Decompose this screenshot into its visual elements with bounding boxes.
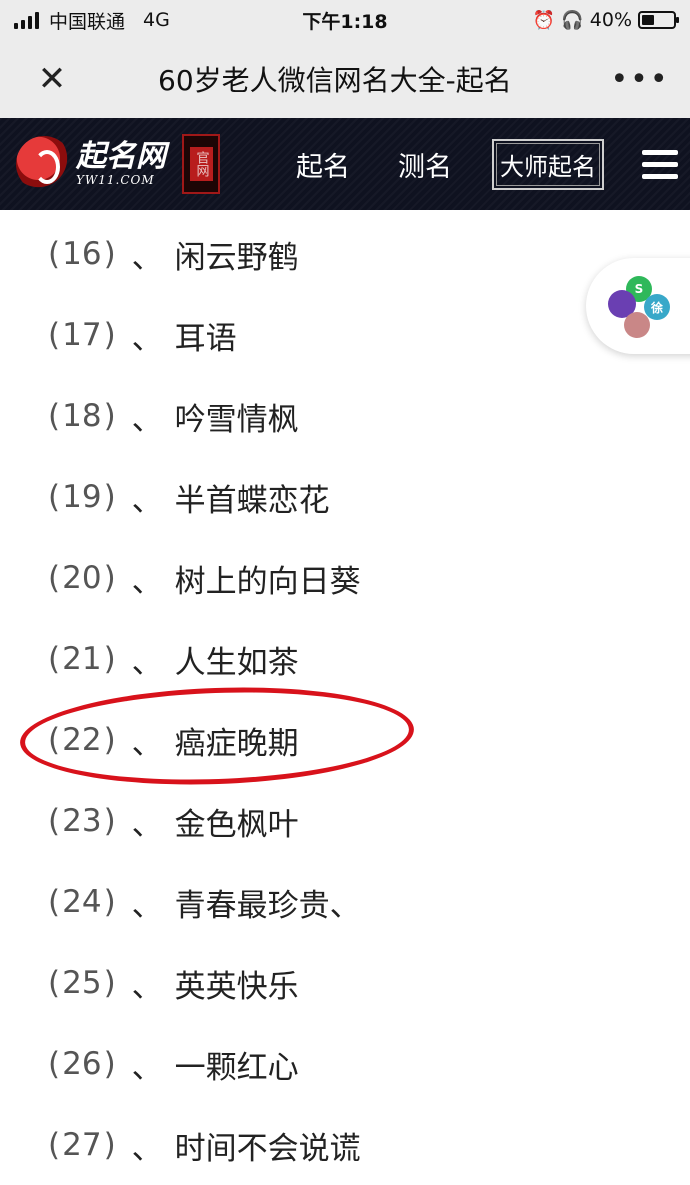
item-separator: 、: [131, 401, 163, 438]
list-item: (21) 、人生如茶: [48, 634, 299, 684]
alarm-icon: ⏰: [532, 9, 556, 31]
num-open: (: [48, 317, 61, 353]
status-left: 中国联通 4G: [14, 7, 170, 34]
num-close: ): [103, 236, 116, 272]
num-close: ): [103, 884, 116, 920]
num-close: ): [103, 965, 116, 1001]
status-right: ⏰ 🎧 40%: [532, 9, 679, 31]
num-close: ): [103, 1127, 116, 1163]
browser-nav-bar: ✕ 60岁老人微信网名大全-起名 •••: [0, 40, 690, 118]
num-close: ): [103, 317, 116, 353]
num-open: (: [48, 398, 61, 434]
list-item: (19) 、半首蝶恋花: [48, 472, 330, 522]
item-number: 19: [62, 479, 102, 515]
num-open: (: [48, 884, 61, 920]
network-label: 4G: [143, 9, 170, 31]
item-name: 人生如茶: [174, 644, 299, 681]
item-separator: 、: [131, 1130, 163, 1167]
item-separator: 、: [131, 563, 163, 600]
battery-fill: [642, 15, 654, 25]
num-open: (: [48, 1046, 61, 1082]
item-separator: 、: [131, 968, 163, 1005]
item-name: 耳语: [174, 320, 237, 357]
num-open: (: [48, 965, 61, 1001]
item-number: 26: [62, 1046, 102, 1082]
num-open: (: [48, 803, 61, 839]
item-separator: 、: [131, 320, 163, 357]
list-item: (20) 、树上的向日葵: [48, 553, 361, 603]
close-icon[interactable]: ✕: [0, 40, 104, 118]
item-number: 18: [62, 398, 102, 434]
list-item: (25) 、英英快乐: [48, 958, 299, 1008]
carrier-label: 中国联通: [49, 10, 126, 33]
logo-mark-icon: [16, 136, 72, 192]
item-number: 23: [62, 803, 102, 839]
num-open: (: [48, 1127, 61, 1163]
item-name: 半首蝶恋花: [174, 482, 330, 519]
item-name: 青春最珍贵、: [174, 887, 361, 924]
menu-icon[interactable]: [642, 149, 678, 179]
num-open: (: [48, 479, 61, 515]
item-name: 一颗红心: [174, 1049, 299, 1086]
list-item: (24) 、青春最珍贵、: [48, 877, 361, 927]
num-open: (: [48, 560, 61, 596]
nav-naming[interactable]: 起名: [296, 145, 350, 184]
item-separator: 、: [131, 1049, 163, 1086]
item-separator: 、: [131, 887, 163, 924]
num-close: ): [103, 398, 116, 434]
item-separator: 、: [131, 482, 163, 519]
item-separator: 、: [131, 806, 163, 843]
more-icon[interactable]: •••: [590, 62, 690, 97]
official-badge-label: 官网: [189, 147, 213, 181]
logo-text: 起名网 YW11.COM: [76, 139, 166, 188]
list-item: (26) 、一颗红心: [48, 1039, 299, 1089]
num-open: (: [48, 236, 61, 272]
signal-icon: [14, 11, 39, 29]
num-close: ): [103, 560, 116, 596]
item-name: 金色枫叶: [174, 806, 299, 843]
site-header: 起名网 YW11.COM 官网 起名 测名 大师起名: [0, 118, 690, 210]
num-close: ): [103, 1046, 116, 1082]
floating-widget[interactable]: S 徐: [586, 258, 690, 354]
list-item: (16) 、闲云野鹤: [48, 229, 299, 279]
item-number: 17: [62, 317, 102, 353]
num-close: ): [103, 803, 116, 839]
official-badge: 官网: [182, 134, 220, 194]
headphones-icon: 🎧: [561, 9, 584, 31]
site-nav: 起名 测名 大师起名: [296, 138, 604, 190]
num-close: ): [103, 479, 116, 515]
nav-testing[interactable]: 测名: [398, 145, 452, 184]
pink-bubble-icon: [624, 312, 650, 338]
item-separator: 、: [131, 644, 163, 681]
item-name: 闲云野鹤: [174, 239, 299, 276]
item-name: 英英快乐: [174, 968, 299, 1005]
item-number: 16: [62, 236, 102, 272]
num-open: (: [48, 641, 61, 677]
item-number: 21: [62, 641, 102, 677]
master-naming-button[interactable]: 大师起名: [492, 138, 604, 190]
blue-bubble-icon: 徐: [644, 294, 670, 320]
item-separator: 、: [131, 239, 163, 276]
logo-cn: 起名网: [76, 139, 166, 174]
battery-percent: 40%: [589, 9, 632, 31]
item-number: 24: [62, 884, 102, 920]
item-name: 吟雪情枫: [174, 401, 299, 438]
item-number: 25: [62, 965, 102, 1001]
logo-en: YW11.COM: [76, 173, 155, 187]
item-name: 树上的向日葵: [174, 563, 361, 600]
status-bar: 中国联通 4G 下午1:18 ⏰ 🎧 40%: [0, 0, 690, 40]
item-name: 时间不会说谎: [174, 1130, 361, 1167]
list-item: (18) 、吟雪情枫: [48, 391, 299, 441]
site-logo[interactable]: 起名网 YW11.COM: [16, 136, 166, 192]
page-title: 60岁老人微信网名大全-起名: [158, 64, 512, 97]
num-close: ): [103, 641, 116, 677]
list-item: (23) 、金色枫叶: [48, 796, 299, 846]
item-number: 27: [62, 1127, 102, 1163]
item-number: 20: [62, 560, 102, 596]
list-item: (17) 、耳语: [48, 310, 237, 360]
list-item: (27) 、时间不会说谎: [48, 1120, 361, 1170]
battery-icon: [638, 11, 679, 29]
